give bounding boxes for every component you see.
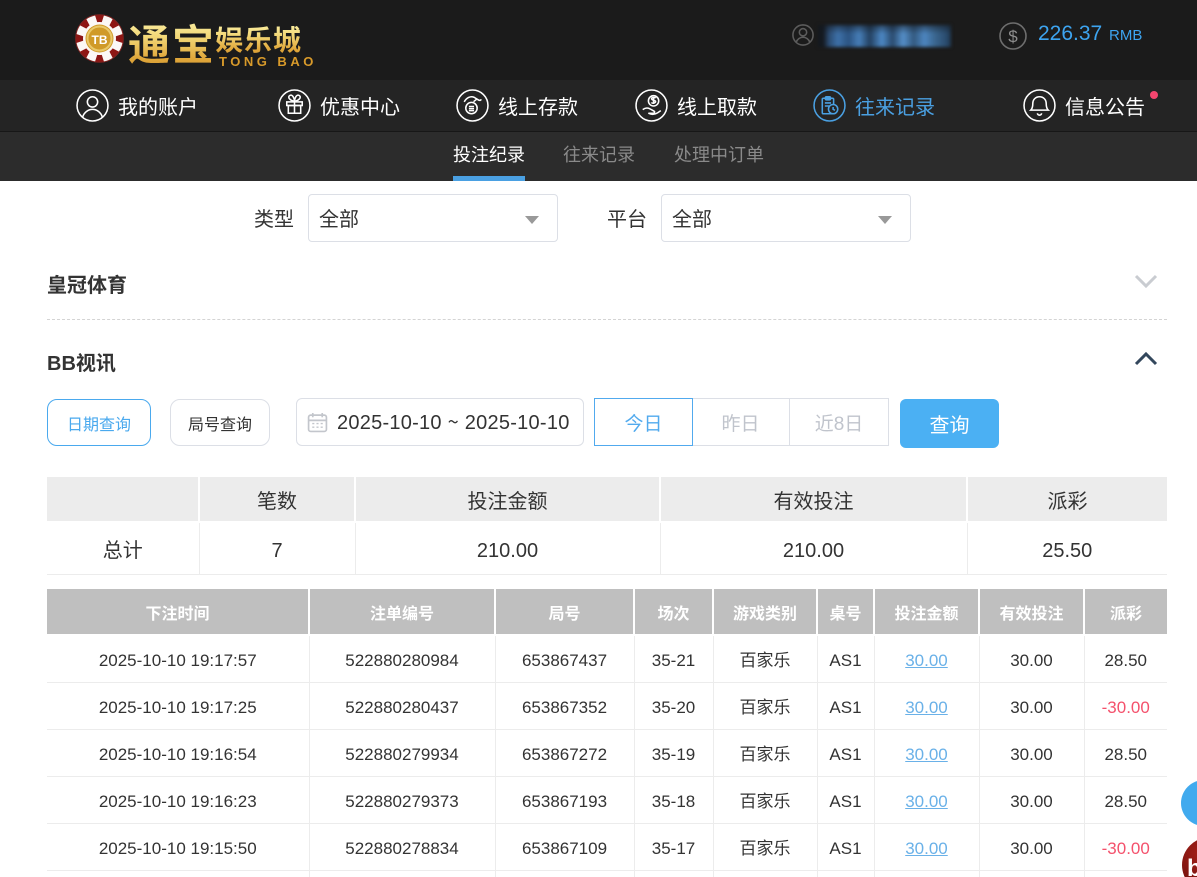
svg-text:$: $ <box>1008 27 1018 46</box>
svg-text:TB: TB <box>92 33 108 47</box>
